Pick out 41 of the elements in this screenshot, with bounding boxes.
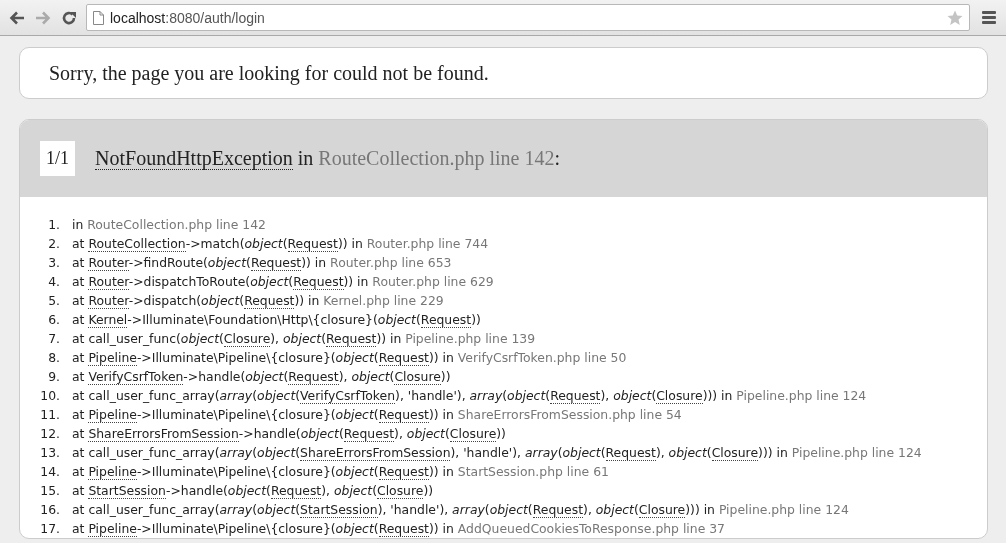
trace-line: at call_user_func_array(array(object(VerifyCsrfToken), 'handle'), array(object(Request), object(Closure))) in Pipeline.php line 124 [72, 388, 867, 403]
line-number: 16. [39, 502, 61, 517]
trace-line: at Pipeline->Illuminate\Pipeline\{closure}(object(Request)) in StartSession.php line 61 [72, 464, 609, 479]
trace-line: at Router->dispatchToRoute(object(Request)) in Router.php line 629 [72, 274, 494, 289]
trace-line: in RouteCollection.php line 142 [72, 217, 266, 232]
trace-line: at ShareErrorsFromSession->handle(object(Request), object(Closure)) [72, 426, 506, 441]
trace-line: at StartSession->handle(object(Request), object(Closure)) [72, 483, 434, 498]
trace-line: at call_user_func_array(array(object(StartSession), 'handle'), array(object(Request), object(Closure))) in Pipeline.php line 124 [72, 502, 849, 517]
line-number: 2. [47, 236, 61, 251]
trace-line: at VerifyCsrfToken->handle(object(Request), object(Closure)) [72, 369, 451, 384]
page-icon [93, 10, 104, 25]
star-icon[interactable] [947, 9, 963, 26]
address-bar[interactable]: localhost:8080/auth/login [86, 4, 970, 31]
trace-line: at Router->dispatch(object(Request)) in Kernel.php line 229 [72, 293, 444, 308]
trace-line: at Pipeline->Illuminate\Pipeline\{closure}(object(Request)) in ShareErrorsFromSession.php line 54 [72, 407, 682, 422]
error-message: Sorry, the page you are looking for could not be found. [49, 61, 489, 85]
line-number: 17. [39, 521, 61, 536]
url-text: localhost:8080/auth/login [110, 9, 265, 26]
line-number: 13. [39, 445, 61, 460]
line-number: 5. [47, 293, 61, 308]
line-number: 11. [39, 407, 61, 422]
trace-line: at Kernel->Illuminate\Foundation\Http\{closure}(object(Request)) [72, 312, 481, 327]
line-number: 14. [39, 464, 61, 479]
line-number: 15. [39, 483, 61, 498]
line-number: 6. [47, 312, 61, 327]
trace-line: at call_user_func_array(array(object(ShareErrorsFromSession), 'handle'), array(object(Request), object(Closure))) in Pipeline.php line 124 [72, 445, 922, 460]
trace-line: at Router->findRoute(object(Request)) in Router.php line 653 [72, 255, 452, 270]
line-number: 10. [39, 388, 61, 403]
line-number: 12. [39, 426, 61, 441]
exception-title: NotFoundHttpException in RouteCollection.php line 142: [95, 147, 560, 170]
trace-line: at Pipeline->Illuminate\Pipeline\{closure}(object(Request)) in AddQueuedCookiesToResponse.php line 37 [72, 521, 725, 536]
line-number: 8. [47, 350, 61, 365]
line-number: 9. [47, 369, 61, 384]
line-number: 1. [47, 217, 61, 232]
line-number: 7. [47, 331, 61, 346]
trace-line: at call_user_func(object(Closure), object(Request)) in Pipeline.php line 139 [72, 331, 536, 346]
line-number: 4. [47, 274, 61, 289]
trace-line: at RouteCollection->match(object(Request)) in Router.php line 744 [72, 236, 489, 251]
trace-line: at Pipeline->Illuminate\Pipeline\{closure}(object(Request)) in VerifyCsrfToken.php line 50 [72, 350, 627, 365]
exception-counter: 1/1 [40, 141, 75, 176]
line-number: 3. [47, 255, 61, 270]
